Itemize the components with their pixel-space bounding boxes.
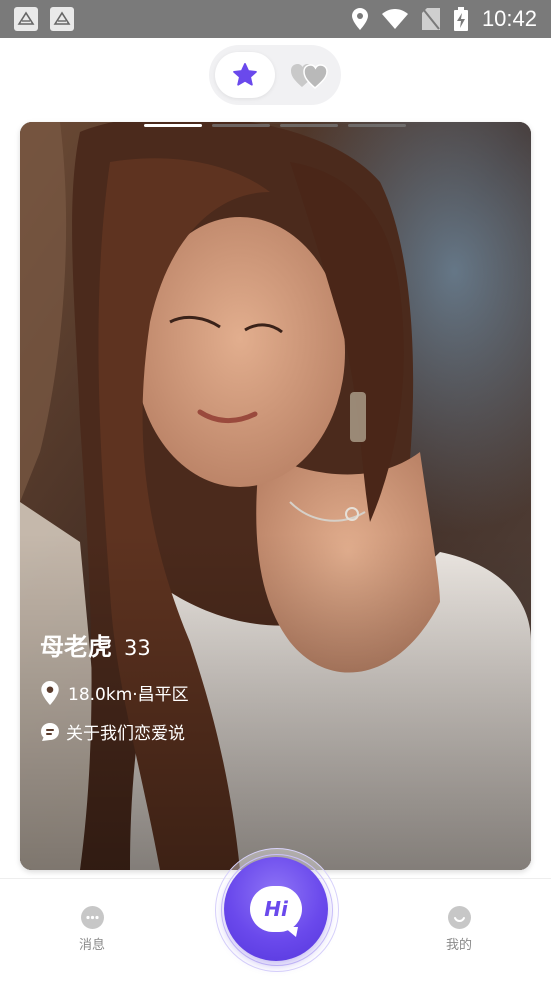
hi-speech-bubble-icon: Hi	[250, 886, 302, 937]
page-indicator	[212, 124, 270, 127]
page-indicator	[348, 124, 406, 127]
notification-app-icon	[14, 7, 38, 31]
location-icon	[351, 8, 368, 30]
profile-card[interactable]: 母老虎 33 18.0km·昌平区 关于我们恋爱说	[20, 122, 531, 870]
hearts-icon	[291, 64, 328, 89]
profile-info: 母老虎 33 18.0km·昌平区 关于我们恋爱说	[40, 627, 189, 744]
wifi-icon	[381, 9, 408, 29]
message-bubble-icon	[80, 906, 104, 929]
battery-charging-icon	[453, 7, 468, 31]
star-icon	[233, 63, 257, 86]
smile-face-icon	[447, 906, 471, 929]
location-pin-icon	[41, 680, 59, 705]
tab-mine-label: 我的	[445, 938, 472, 953]
profile-name: 母老虎	[40, 633, 112, 661]
tab-likes[interactable]	[283, 52, 335, 98]
tab-mine[interactable]: 我的	[429, 906, 489, 953]
no-sim-icon	[421, 8, 440, 30]
status-bar: 10:42	[0, 0, 551, 38]
page-indicator-active	[144, 124, 202, 127]
page-indicator	[280, 124, 338, 127]
profile-description: 关于我们恋爱说	[66, 724, 185, 744]
tab-recommend[interactable]	[215, 52, 275, 98]
status-time: 10:42	[481, 6, 537, 31]
photo-page-indicators	[144, 124, 406, 127]
discover-mode-switch[interactable]	[209, 45, 341, 105]
notification-app-icon	[50, 7, 74, 31]
chat-bubble-icon	[41, 722, 59, 741]
profile-age: 33	[124, 636, 151, 660]
hi-label: Hi	[264, 897, 288, 921]
tab-messages[interactable]: 消息	[62, 906, 122, 953]
hi-button[interactable]: Hi	[224, 857, 328, 961]
profile-location: 18.0km·昌平区	[68, 685, 189, 705]
profile-photo	[20, 122, 531, 870]
tab-messages-label: 消息	[78, 938, 105, 953]
